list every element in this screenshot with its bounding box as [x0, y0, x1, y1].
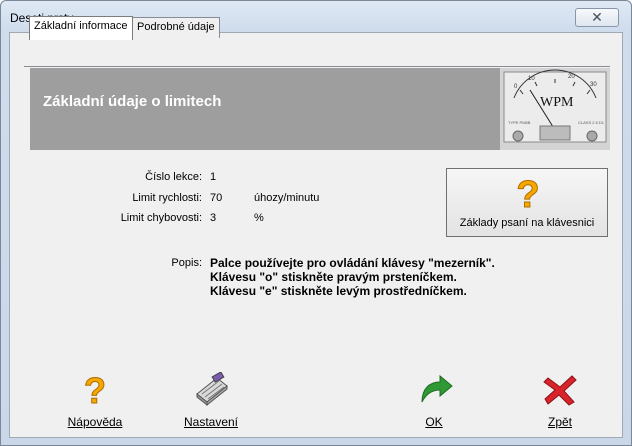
- speed-limit-value: 70: [210, 192, 223, 204]
- lesson-value: 1: [210, 171, 217, 183]
- description-text: Palce používejte pro ovládání klávesy "m…: [210, 256, 495, 298]
- description-line: Klávesu "o" stiskněte pravým prsteníčkem…: [210, 270, 457, 284]
- tab-basic-info[interactable]: Základní informace: [29, 16, 133, 40]
- page-title: Základní údaje o limitech: [43, 93, 222, 110]
- help-label: Nápověda: [67, 415, 123, 429]
- green-arrow-icon: [408, 372, 460, 411]
- svg-text:30: 30: [590, 82, 597, 88]
- settings-label: Nastavení: [183, 415, 239, 429]
- back-button[interactable]: Zpět: [534, 372, 586, 429]
- meter-label: WPM: [540, 95, 574, 110]
- speed-limit-label: Limit rychlosti:: [132, 192, 202, 204]
- description-line: Palce používejte pro ovládání klávesy "m…: [210, 256, 495, 270]
- close-button[interactable]: ✕: [575, 8, 619, 27]
- header-band: Základní údaje o limitech 10 20 30 0 WPM…: [30, 68, 610, 150]
- error-limit-value: 3: [210, 212, 217, 224]
- description-line: Klávesu "e" stiskněte levým prostředníčk…: [210, 284, 467, 298]
- question-mark-icon: ?: [60, 370, 130, 412]
- wpm-meter-image: 10 20 30 0 WPM TYPE PM5B CLASS 2.5 D1: [500, 68, 610, 150]
- svg-text:?: ?: [516, 175, 539, 213]
- help-button[interactable]: ? Nápověda: [60, 370, 130, 430]
- lesson-label: Číslo lekce:: [145, 171, 202, 183]
- keyboard-icon: [176, 371, 246, 411]
- close-icon: ✕: [591, 9, 603, 25]
- tab-label: Základní informace: [34, 20, 128, 32]
- error-limit-unit: %: [254, 212, 264, 224]
- settings-button[interactable]: Nastavení: [176, 371, 246, 429]
- svg-text:20: 20: [568, 74, 575, 80]
- red-x-icon: [534, 372, 586, 411]
- ok-label: OK: [425, 415, 443, 429]
- svg-text:CLASS 2.5 D1: CLASS 2.5 D1: [578, 120, 605, 125]
- error-limit-label: Limit chybovosti:: [120, 212, 202, 224]
- tab-details[interactable]: Podrobné údaje: [132, 17, 220, 38]
- speed-limit-unit: úhozy/minutu: [254, 192, 320, 204]
- svg-text:?: ?: [84, 372, 106, 408]
- tab-label: Podrobné údaje: [137, 21, 215, 33]
- svg-text:TYPE PM5B: TYPE PM5B: [508, 120, 531, 125]
- typing-basics-label: Základy psaní na klávesnici: [459, 217, 595, 229]
- svg-text:10: 10: [528, 76, 535, 82]
- question-mark-icon: ?: [509, 174, 547, 217]
- description-label: Popis:: [171, 257, 202, 269]
- back-label: Zpět: [547, 415, 572, 429]
- ok-button[interactable]: OK: [408, 372, 460, 429]
- typing-basics-button[interactable]: ? Základy psaní na klávesnici: [446, 168, 608, 237]
